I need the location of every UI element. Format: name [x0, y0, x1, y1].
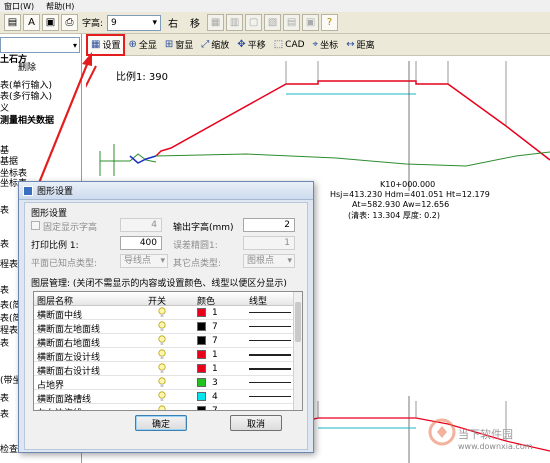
layer-color-swatch[interactable] [197, 392, 206, 401]
layer-row[interactable]: 占地界 3 [34, 376, 294, 391]
other-point-label: 其它点类型: [173, 259, 222, 269]
output-font-input[interactable]: 2 [243, 218, 295, 232]
error-circle-input[interactable]: 1 [243, 236, 295, 250]
known-point-select[interactable]: 导线点 ▾ [120, 254, 168, 268]
section-info-line2: At=582.930 Aw=12.656 [352, 200, 450, 209]
layer-row[interactable]: 横断面左设计线 1 [34, 348, 294, 363]
layer-color-swatch[interactable] [197, 378, 206, 387]
layer-color-index: 1 [212, 350, 218, 360]
layer-linetype[interactable] [249, 382, 291, 383]
output-font-label: 输出字高(mm) [173, 223, 234, 233]
light-bulb-icon[interactable] [158, 377, 166, 388]
light-bulb-icon[interactable] [158, 321, 166, 332]
layer-table-scrollbar[interactable] [293, 292, 302, 410]
section-info-line3: (清表: 13.304 厚度: 0.2) [348, 211, 440, 220]
known-point-value: 导线点 [124, 256, 152, 266]
station-label: K10+000.000 [380, 180, 436, 189]
fixed-font-input[interactable]: 4 [120, 218, 162, 232]
layer-color-swatch[interactable] [197, 322, 206, 331]
layer-color-index: 1 [212, 364, 218, 374]
layer-color-index: 7 [212, 336, 218, 346]
layer-row[interactable]: 横断面中线 1 [34, 306, 294, 321]
layer-linetype[interactable] [249, 312, 291, 313]
cancel-button[interactable]: 取消 [230, 415, 282, 431]
error-circle-label: 误差精圆1: [173, 241, 218, 251]
layer-color-index: 4 [212, 392, 218, 402]
fixed-font-label: 固定显示字高 [43, 223, 98, 233]
layer-color-index: 7 [212, 406, 218, 411]
print-scale-input[interactable]: 400 [120, 236, 162, 250]
graphic-settings-dialog: 图形设置 图形设置 固定显示字高 4 输出字高(mm) 2 打印比例 1: 40… [18, 181, 314, 453]
layer-linetype[interactable] [249, 396, 291, 397]
layer-linetype[interactable] [249, 340, 291, 341]
layer-note: 图层管理: (关闭不需显示的内容或设置颜色、线型以便区分显示) [31, 279, 287, 289]
watermark-url: www.downxia.com [458, 442, 533, 451]
layer-row[interactable]: 横断面路槽线 4 [34, 390, 294, 405]
layer-table-header: 图层名称 开关 颜色 线型 [34, 292, 294, 307]
layer-color-index: 1 [212, 308, 218, 318]
layer-row[interactable]: 横断面右设计线 1 [34, 362, 294, 377]
layer-color-swatch[interactable] [197, 308, 206, 317]
app-icon [23, 185, 33, 196]
layer-color-index: 3 [212, 378, 218, 388]
layer-row[interactable]: 左右边沟线 7 [34, 404, 294, 411]
light-bulb-icon[interactable] [158, 405, 166, 411]
layer-color-swatch[interactable] [197, 364, 206, 373]
watermark-brand: 当下软件园 [458, 428, 513, 441]
layer-color-swatch[interactable] [197, 350, 206, 359]
layer-linetype[interactable] [249, 326, 291, 327]
light-bulb-icon[interactable] [158, 307, 166, 318]
group-label: 图形设置 [31, 209, 68, 219]
light-bulb-icon[interactable] [158, 363, 166, 374]
other-point-select[interactable]: 图根点 ▾ [243, 254, 295, 268]
layer-color-swatch[interactable] [197, 336, 206, 345]
known-point-label: 平面已知点类型: [31, 259, 98, 269]
light-bulb-icon[interactable] [158, 391, 166, 402]
layer-linetype[interactable] [249, 368, 291, 370]
layer-row[interactable]: 横断面右地面线 7 [34, 334, 294, 349]
dialog-body: 图形设置 固定显示字高 4 输出字高(mm) 2 打印比例 1: 400 误差精… [24, 202, 308, 450]
scrollbar-thumb[interactable] [295, 302, 301, 342]
print-scale-label: 打印比例 1: [31, 241, 79, 251]
layer-linetype[interactable] [249, 354, 291, 356]
layer-color-swatch[interactable] [197, 406, 206, 410]
other-point-value: 图根点 [247, 256, 275, 266]
chevron-down-icon: ▾ [287, 256, 292, 266]
layer-color-index: 7 [212, 322, 218, 332]
layer-name: 左右边沟线 [37, 406, 82, 410]
layer-table: 图层名称 开关 颜色 线型 横断面中线 1 横断面左地面线 7 横断面右地面线 7 横断面左… [33, 291, 303, 411]
light-bulb-icon[interactable] [158, 349, 166, 360]
layer-linetype[interactable] [249, 410, 291, 411]
ok-button[interactable]: 确定 [135, 415, 187, 431]
dialog-title: 图形设置 [37, 187, 74, 197]
dialog-title-bar[interactable]: 图形设置 [19, 182, 313, 200]
light-bulb-icon[interactable] [158, 335, 166, 346]
watermark-text: 当下软件园 www.downxia.com [458, 426, 533, 451]
scale-label: 比例1: 390 [116, 72, 168, 83]
fixed-font-checkbox[interactable] [31, 221, 40, 230]
chevron-down-icon: ▾ [160, 256, 165, 266]
layer-row[interactable]: 横断面左地面线 7 [34, 320, 294, 335]
section-info-line1: Hsj=413.230 Hdm=401.051 Ht=12.179 [330, 190, 490, 199]
